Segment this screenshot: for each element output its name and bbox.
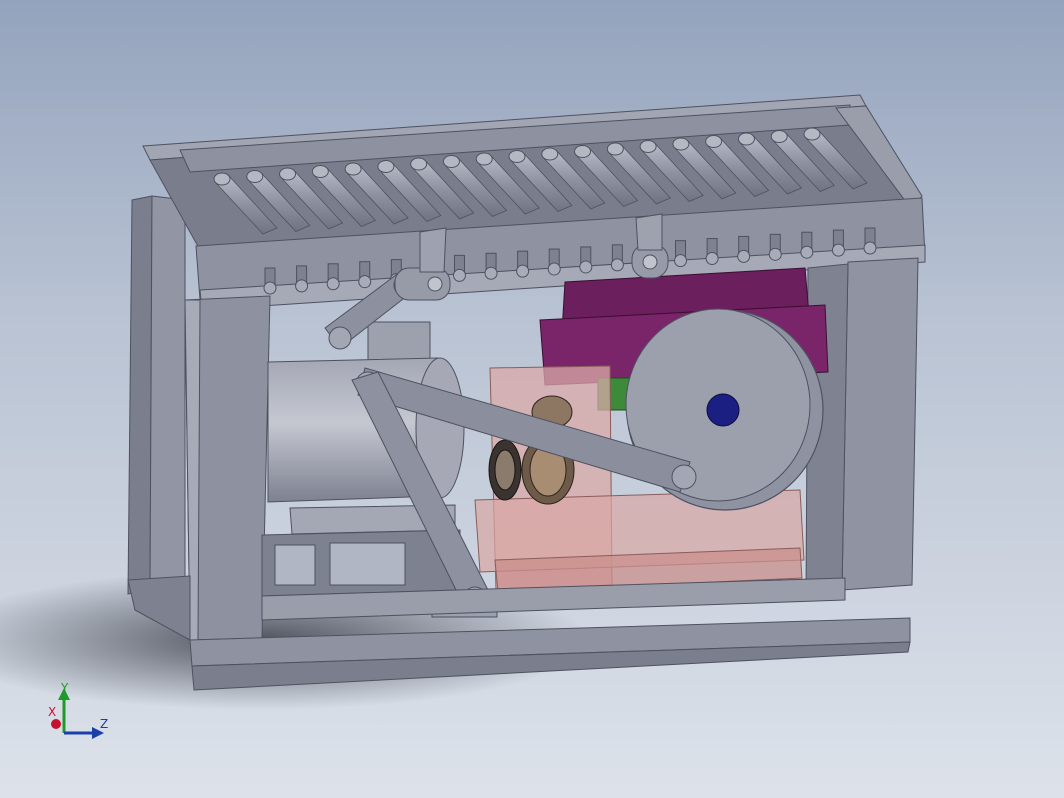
left-rear-post xyxy=(127,195,153,595)
lower-roller xyxy=(326,263,340,291)
lower-roller xyxy=(610,244,624,272)
lower-roller xyxy=(674,240,688,268)
lower-roller xyxy=(737,235,751,263)
upper-link-pin-a xyxy=(328,326,352,350)
lower-roller xyxy=(768,233,782,261)
cad-viewport[interactable]: Y X Z xyxy=(0,0,1064,798)
lower-roller xyxy=(263,267,277,295)
lower-roller xyxy=(484,252,498,280)
y-axis-label: Y xyxy=(60,681,69,695)
right-front-post xyxy=(841,257,919,591)
lower-roller xyxy=(863,227,877,255)
motor-base-gap-2 xyxy=(329,542,406,586)
crank-hub xyxy=(706,393,740,427)
x-axis-dot xyxy=(51,719,61,729)
lower-roller xyxy=(516,250,530,278)
lower-roller xyxy=(358,261,372,289)
x-axis-label: X xyxy=(48,705,56,719)
lower-roller xyxy=(452,254,466,282)
lower-roller xyxy=(579,246,593,274)
lower-roller xyxy=(831,229,845,257)
view-orientation-triad: Y X Z xyxy=(48,681,108,739)
rod-pin-crank xyxy=(671,464,697,490)
lower-roller xyxy=(547,248,561,276)
spur-gear-small xyxy=(488,439,522,501)
left-rear-post-face xyxy=(149,195,186,591)
lower-roller xyxy=(295,265,309,293)
machine-model-drawing[interactable] xyxy=(0,0,1064,798)
lower-roller xyxy=(800,231,814,259)
lower-roller xyxy=(705,238,719,266)
z-axis-label: Z xyxy=(100,717,108,731)
motor-base-gap-1 xyxy=(274,544,316,586)
